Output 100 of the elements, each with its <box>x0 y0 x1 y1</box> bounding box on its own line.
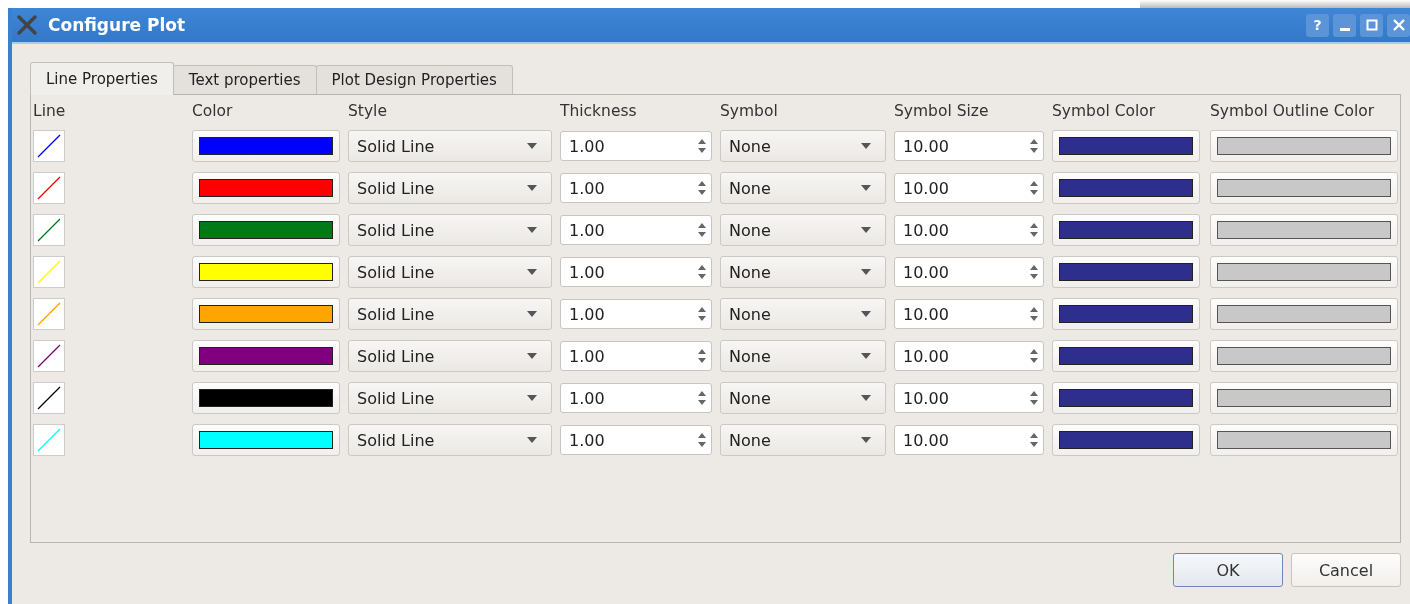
outline-color-button[interactable] <box>1210 424 1398 456</box>
outline-color-button[interactable] <box>1210 256 1398 288</box>
symbol-color-button[interactable] <box>1052 382 1200 414</box>
line-preview-icon <box>33 172 65 204</box>
outline-color-button[interactable] <box>1210 214 1398 246</box>
spin-arrows-icon <box>1029 137 1039 155</box>
window-title: Configure Plot <box>48 15 186 35</box>
caret-icon <box>527 269 537 275</box>
maximize-button[interactable] <box>1360 13 1383 37</box>
spin-arrows-icon <box>1029 347 1039 365</box>
color-button[interactable] <box>192 172 340 204</box>
color-button[interactable] <box>192 298 340 330</box>
style-dropdown[interactable]: Solid Line <box>348 172 552 204</box>
caret-icon <box>527 185 537 191</box>
caret-icon <box>861 353 871 359</box>
column-header: Style <box>348 102 388 120</box>
spin-arrows-icon <box>697 347 707 365</box>
tab[interactable]: Text properties <box>172 65 317 94</box>
color-button[interactable] <box>192 340 340 372</box>
symbol-dropdown[interactable]: None <box>720 172 886 204</box>
symbol-dropdown[interactable]: None <box>720 256 886 288</box>
symbol-size-spinbox[interactable]: 10.00 <box>894 299 1044 329</box>
color-button[interactable] <box>192 130 340 162</box>
style-dropdown[interactable]: Solid Line <box>348 424 552 456</box>
thickness-spinbox[interactable]: 1.00 <box>560 257 712 287</box>
style-dropdown[interactable]: Solid Line <box>348 382 552 414</box>
close-button[interactable] <box>1387 13 1410 37</box>
spin-arrows-icon <box>1029 179 1039 197</box>
thickness-spinbox[interactable]: 1.00 <box>560 383 712 413</box>
caret-icon <box>861 437 871 443</box>
style-dropdown[interactable]: Solid Line <box>348 214 552 246</box>
outline-color-button[interactable] <box>1210 298 1398 330</box>
ok-button[interactable]: OK <box>1173 553 1283 587</box>
style-dropdown[interactable]: Solid Line <box>348 298 552 330</box>
line-preview-icon <box>33 214 65 246</box>
symbol-dropdown[interactable]: None <box>720 130 886 162</box>
spin-arrows-icon <box>697 221 707 239</box>
symbol-color-button[interactable] <box>1052 298 1200 330</box>
thickness-spinbox[interactable]: 1.00 <box>560 299 712 329</box>
outline-color-button[interactable] <box>1210 382 1398 414</box>
tab[interactable]: Line Properties <box>30 62 174 95</box>
caret-icon <box>527 437 537 443</box>
spin-arrows-icon <box>1029 221 1039 239</box>
cancel-button[interactable]: Cancel <box>1291 553 1401 587</box>
spin-arrows-icon <box>697 305 707 323</box>
caret-icon <box>861 395 871 401</box>
caret-icon <box>527 353 537 359</box>
color-button[interactable] <box>192 424 340 456</box>
thickness-spinbox[interactable]: 1.00 <box>560 131 712 161</box>
thickness-spinbox[interactable]: 1.00 <box>560 425 712 455</box>
thickness-spinbox[interactable]: 1.00 <box>560 215 712 245</box>
symbol-dropdown[interactable]: None <box>720 214 886 246</box>
caret-icon <box>861 311 871 317</box>
column-header: Color <box>192 102 234 120</box>
outline-color-button[interactable] <box>1210 340 1398 372</box>
symbol-color-button[interactable] <box>1052 172 1200 204</box>
minimize-button[interactable] <box>1333 13 1356 37</box>
symbol-dropdown[interactable]: None <box>720 340 886 372</box>
caret-icon <box>527 143 537 149</box>
symbol-dropdown[interactable]: None <box>720 424 886 456</box>
color-button[interactable] <box>192 256 340 288</box>
thickness-spinbox[interactable]: 1.00 <box>560 341 712 371</box>
symbol-size-spinbox[interactable]: 10.00 <box>894 173 1044 203</box>
symbol-size-spinbox[interactable]: 10.00 <box>894 257 1044 287</box>
symbol-color-button[interactable] <box>1052 424 1200 456</box>
spin-arrows-icon <box>697 389 707 407</box>
style-dropdown[interactable]: Solid Line <box>348 130 552 162</box>
spin-arrows-icon <box>697 137 707 155</box>
symbol-dropdown[interactable]: None <box>720 382 886 414</box>
spin-arrows-icon <box>1029 389 1039 407</box>
caret-icon <box>861 143 871 149</box>
color-button[interactable] <box>192 214 340 246</box>
column-header: Thickness <box>560 102 638 120</box>
spin-arrows-icon <box>1029 431 1039 449</box>
style-dropdown[interactable]: Solid Line <box>348 256 552 288</box>
symbol-size-spinbox[interactable]: 10.00 <box>894 341 1044 371</box>
outline-color-button[interactable] <box>1210 130 1398 162</box>
symbol-size-spinbox[interactable]: 10.00 <box>894 131 1044 161</box>
close-icon <box>1392 19 1405 31</box>
x-logo-icon <box>16 14 38 36</box>
caret-icon <box>527 311 537 317</box>
symbol-size-spinbox[interactable]: 10.00 <box>894 215 1044 245</box>
column-header: Symbol Color <box>1052 102 1157 120</box>
thickness-spinbox[interactable]: 1.00 <box>560 173 712 203</box>
spin-arrows-icon <box>1029 263 1039 281</box>
color-button[interactable] <box>192 382 340 414</box>
spin-arrows-icon <box>697 263 707 281</box>
line-preview-icon <box>33 298 65 330</box>
symbol-size-spinbox[interactable]: 10.00 <box>894 383 1044 413</box>
line-preview-icon <box>33 424 65 456</box>
symbol-dropdown[interactable]: None <box>720 298 886 330</box>
spin-arrows-icon <box>1029 305 1039 323</box>
symbol-color-button[interactable] <box>1052 340 1200 372</box>
symbol-color-button[interactable] <box>1052 214 1200 246</box>
symbol-size-spinbox[interactable]: 10.00 <box>894 425 1044 455</box>
style-dropdown[interactable]: Solid Line <box>348 340 552 372</box>
symbol-color-button[interactable] <box>1052 130 1200 162</box>
symbol-color-button[interactable] <box>1052 256 1200 288</box>
tab[interactable]: Plot Design Properties <box>315 65 513 94</box>
outline-color-button[interactable] <box>1210 172 1398 204</box>
